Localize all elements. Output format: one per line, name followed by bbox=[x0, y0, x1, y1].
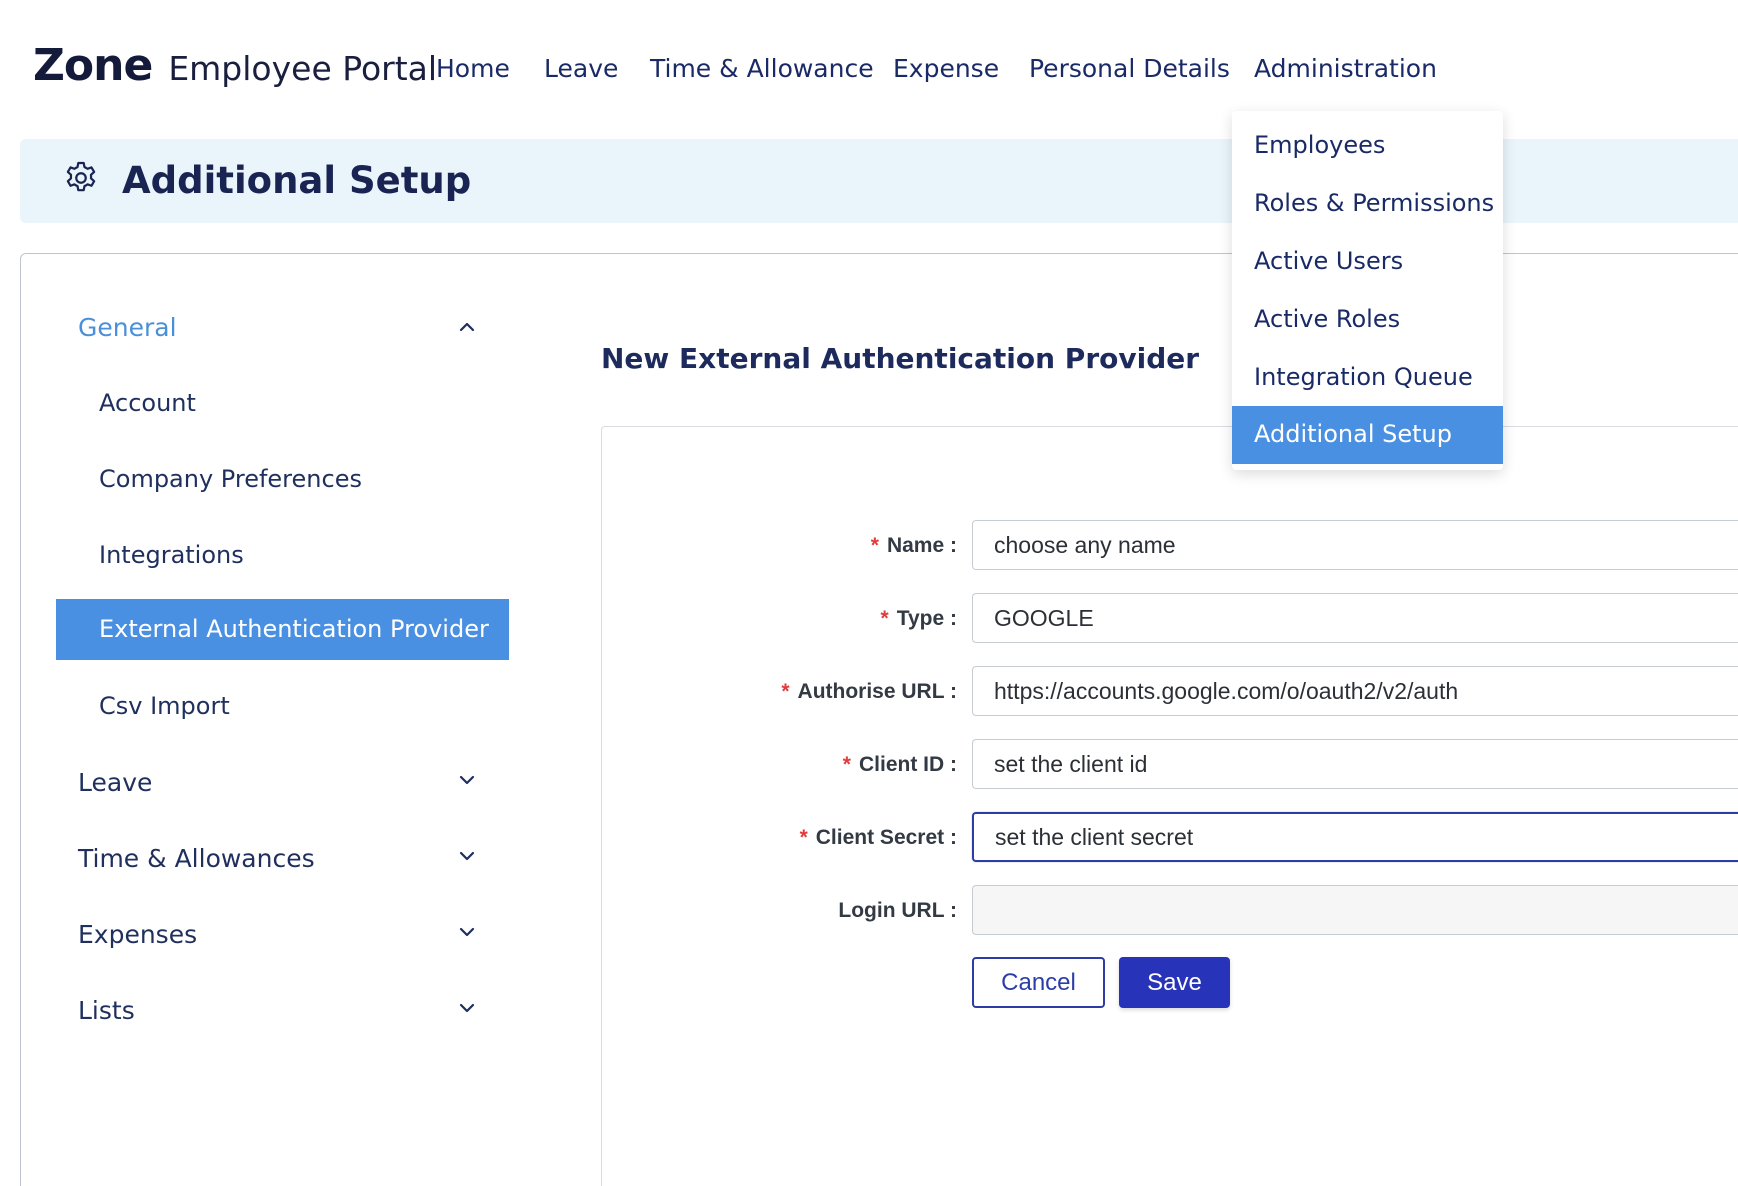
client-id-field[interactable] bbox=[972, 739, 1738, 789]
nav-item-home[interactable]: Home bbox=[436, 54, 510, 83]
chevron-down-icon[interactable] bbox=[459, 1000, 475, 1016]
brand[interactable]: Zone Employee Portal bbox=[33, 40, 437, 91]
sidebar-item-account[interactable]: Account bbox=[99, 389, 196, 417]
chevron-down-icon[interactable] bbox=[459, 772, 475, 788]
nav-item-personal-details[interactable]: Personal Details bbox=[1029, 54, 1230, 83]
menu-item-label: Active Users bbox=[1254, 247, 1404, 275]
administration-dropdown: Employees Roles & Permissions Active Use… bbox=[1232, 111, 1503, 470]
sidebar-group-general[interactable]: General bbox=[78, 313, 177, 342]
cancel-button[interactable]: Cancel bbox=[972, 957, 1105, 1008]
menu-item-label: Integration Queue bbox=[1254, 363, 1473, 391]
name-label: * Name : bbox=[870, 534, 957, 557]
sidebar-item-csv-import[interactable]: Csv Import bbox=[99, 692, 230, 720]
menu-item-label: Employees bbox=[1254, 131, 1386, 159]
gear-icon bbox=[62, 159, 100, 197]
login-url-label: Login URL : bbox=[838, 899, 957, 922]
authorise-url-field[interactable] bbox=[972, 666, 1738, 716]
nav-item-expense[interactable]: Expense bbox=[893, 54, 999, 83]
type-field[interactable] bbox=[972, 593, 1738, 643]
sidebar-group-time-allowances[interactable]: Time & Allowances bbox=[78, 844, 315, 873]
menu-item-roles-permissions[interactable]: Roles & Permissions bbox=[1232, 175, 1503, 233]
menu-item-integration-queue[interactable]: Integration Queue bbox=[1232, 349, 1503, 407]
brand-title[interactable]: Employee Portal bbox=[168, 49, 437, 88]
required-mark: * bbox=[842, 753, 851, 776]
client-secret-label: * Client Secret : bbox=[799, 826, 957, 849]
menu-item-label: Roles & Permissions bbox=[1254, 189, 1495, 217]
nav-item-leave[interactable]: Leave bbox=[544, 54, 618, 83]
sidebar-item-external-authentication-provider[interactable]: External Authentication Provider bbox=[56, 599, 509, 660]
menu-item-active-roles[interactable]: Active Roles bbox=[1232, 291, 1503, 349]
menu-item-additional-setup[interactable]: Additional Setup bbox=[1232, 406, 1503, 464]
sidebar-group-lists[interactable]: Lists bbox=[78, 996, 135, 1025]
page-title: Additional Setup bbox=[122, 159, 472, 202]
sidebar-group-expenses[interactable]: Expenses bbox=[78, 920, 197, 949]
nav-item-administration[interactable]: Administration bbox=[1254, 54, 1437, 83]
required-mark: * bbox=[799, 826, 808, 849]
type-label: * Type : bbox=[880, 607, 958, 630]
form-title: New External Authentication Provider bbox=[601, 342, 1200, 375]
name-field[interactable] bbox=[972, 520, 1738, 570]
menu-item-active-users[interactable]: Active Users bbox=[1232, 233, 1503, 291]
required-mark: * bbox=[870, 534, 879, 557]
client-secret-field[interactable] bbox=[972, 812, 1738, 862]
sidebar-item-label: External Authentication Provider bbox=[99, 615, 489, 643]
required-mark: * bbox=[781, 680, 790, 703]
chevron-down-icon[interactable] bbox=[459, 924, 475, 940]
chevron-up-icon[interactable] bbox=[459, 319, 475, 335]
nav-item-time-allowance[interactable]: Time & Allowance bbox=[650, 54, 874, 83]
login-url-field[interactable] bbox=[972, 885, 1738, 935]
menu-item-label: Active Roles bbox=[1254, 305, 1401, 333]
sidebar-item-integrations[interactable]: Integrations bbox=[99, 541, 244, 569]
authorise-url-label: * Authorise URL : bbox=[781, 680, 957, 703]
sidebar-item-company-preferences[interactable]: Company Preferences bbox=[99, 465, 362, 493]
brand-logo[interactable]: Zone bbox=[33, 40, 153, 91]
chevron-down-icon[interactable] bbox=[459, 848, 475, 864]
menu-item-label: Additional Setup bbox=[1254, 420, 1452, 448]
required-mark: * bbox=[880, 607, 889, 630]
sidebar-group-leave[interactable]: Leave bbox=[78, 768, 152, 797]
menu-item-employees[interactable]: Employees bbox=[1232, 117, 1503, 175]
client-id-label: * Client ID : bbox=[842, 753, 957, 776]
save-button[interactable]: Save bbox=[1119, 957, 1230, 1008]
